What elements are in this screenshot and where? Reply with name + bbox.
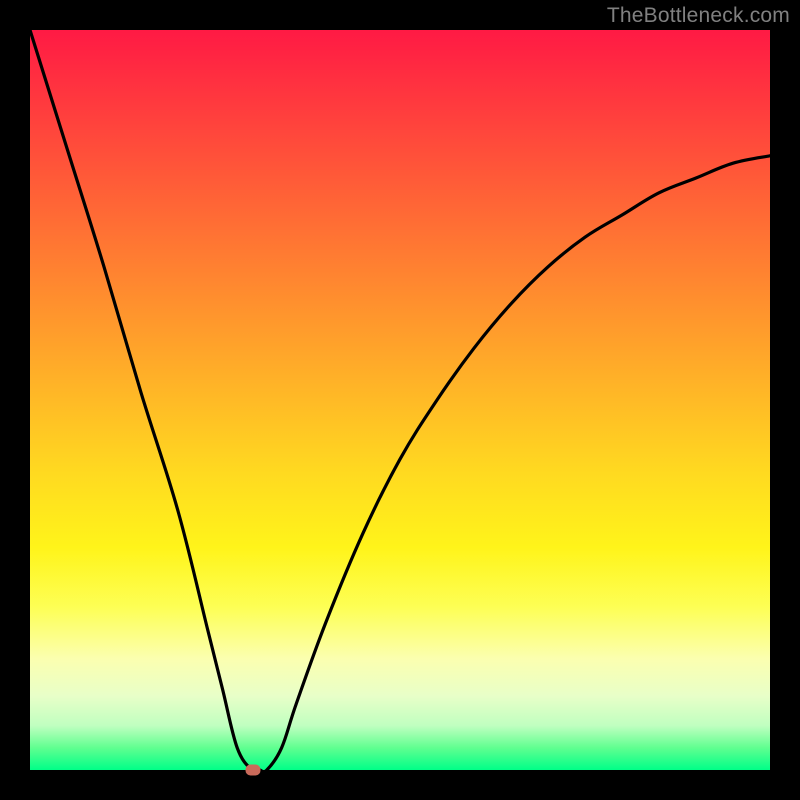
plot-area (30, 30, 770, 770)
optimum-marker (246, 765, 261, 776)
curve-svg (30, 30, 770, 770)
branding-text: TheBottleneck.com (607, 4, 790, 28)
bottleneck-curve (30, 30, 770, 770)
chart-frame: TheBottleneck.com (0, 0, 800, 800)
